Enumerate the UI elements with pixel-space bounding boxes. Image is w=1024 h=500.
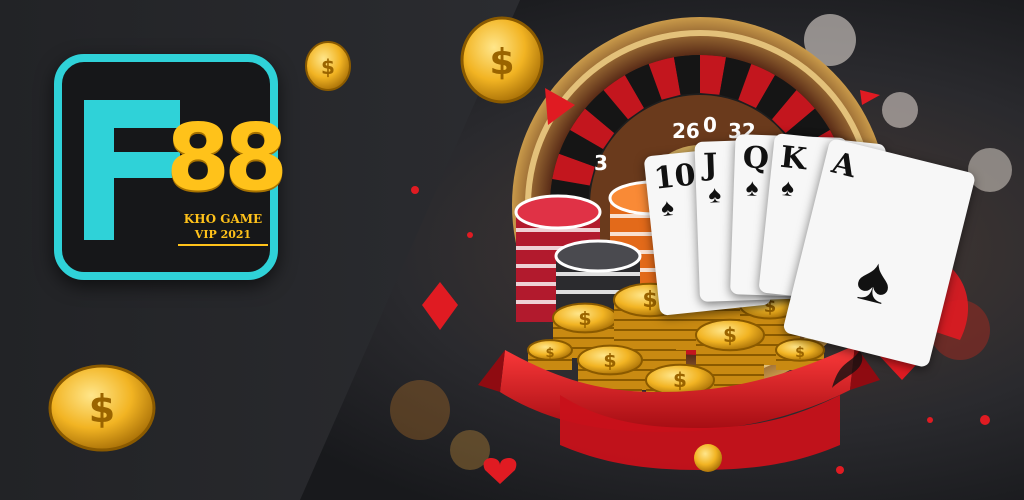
coin-symbol: $ bbox=[578, 308, 591, 330]
spade-icon: ♠ bbox=[779, 174, 796, 203]
coin-symbol: $ bbox=[603, 350, 616, 372]
spade-icon: ♠ bbox=[745, 174, 759, 202]
coin-symbol: $ bbox=[723, 323, 737, 347]
card-rank: A bbox=[828, 145, 860, 186]
spade-icon: ♠ bbox=[707, 181, 722, 209]
card-rank: 10 bbox=[652, 157, 698, 197]
coin-symbol: $ bbox=[673, 368, 687, 392]
card-rank: Q bbox=[742, 140, 770, 177]
logo-subtitle-line2: VIP 2021 bbox=[194, 228, 252, 241]
roulette-number-2: 26 bbox=[672, 119, 700, 143]
logo-number: 88 bbox=[166, 104, 288, 211]
coin-symbol: $ bbox=[642, 288, 657, 313]
coin-symbol: $ bbox=[489, 42, 514, 83]
coin-icon: $ bbox=[48, 364, 156, 452]
logo-underline bbox=[178, 244, 268, 246]
spade-icon: ♠ bbox=[659, 193, 676, 223]
coin-icon: $ bbox=[305, 41, 351, 91]
card-rank: K bbox=[778, 139, 809, 178]
coin-icon: $ bbox=[460, 16, 544, 104]
card-rank: J bbox=[702, 147, 719, 183]
roulette-number-1: 3 bbox=[594, 151, 608, 175]
logo-subtitle-line1: KHO GAME bbox=[183, 212, 263, 226]
coin-icon bbox=[694, 444, 722, 472]
coin-symbol: $ bbox=[545, 346, 554, 361]
spade-icon: ♠ bbox=[849, 240, 900, 319]
coin-symbol: $ bbox=[795, 345, 805, 361]
coin-symbol: $ bbox=[89, 387, 115, 431]
coin-symbol: $ bbox=[321, 55, 335, 79]
f88-logo: 88 KHO GAME VIP 2021 bbox=[54, 54, 288, 280]
roulette-number-3: 0 bbox=[703, 113, 717, 137]
